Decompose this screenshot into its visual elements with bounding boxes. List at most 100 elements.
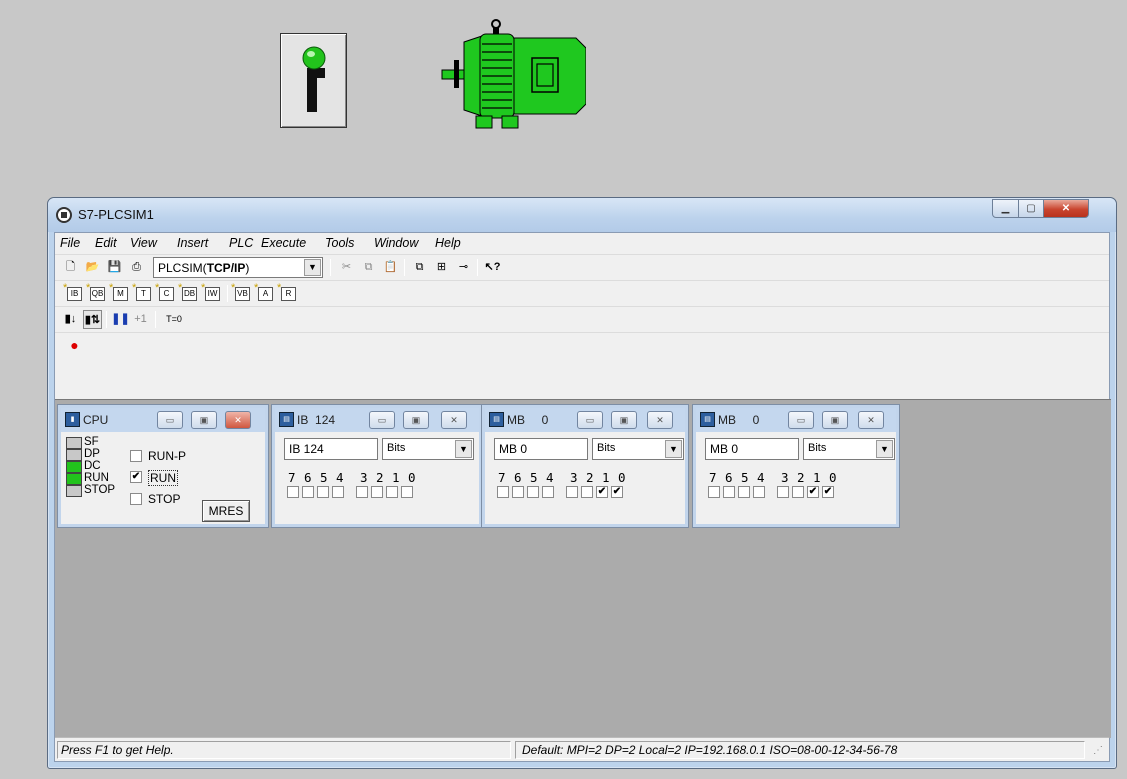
insert-counter-icon[interactable]: C	[155, 282, 176, 303]
insert-marker-icon[interactable]: M	[109, 282, 130, 303]
format-select[interactable]: Bits ▼	[592, 438, 684, 460]
memory-panel-title: MB 0	[718, 413, 759, 427]
bit-checkbox[interactable]	[753, 486, 765, 498]
bit-checkbox[interactable]	[356, 486, 368, 498]
menu-view[interactable]: View	[130, 236, 157, 250]
bit-checkbox[interactable]: ✔	[807, 486, 819, 498]
panel-close-button[interactable]: ✕	[647, 411, 673, 429]
memory-panel-titlebar[interactable]: ▤ MB 0 ▭ ▣ ✕	[696, 408, 896, 432]
panel-minimize-button[interactable]: ▭	[369, 411, 395, 429]
new-file-icon[interactable]: 🗋	[61, 258, 80, 277]
menu-window[interactable]: Window	[374, 236, 418, 250]
bit-checkbox[interactable]	[401, 486, 413, 498]
chevron-down-icon[interactable]: ▼	[304, 259, 321, 276]
run-p-checkbox[interactable]	[130, 450, 142, 462]
pin-icon[interactable]: ⊸	[454, 258, 473, 277]
bit-checkbox[interactable]	[317, 486, 329, 498]
close-button[interactable]: ✕	[1043, 199, 1089, 218]
insert-timer-icon[interactable]: T	[132, 282, 153, 303]
bit-checkbox[interactable]	[777, 486, 789, 498]
insert-db-icon[interactable]: DB	[178, 282, 199, 303]
bit-checkbox[interactable]	[371, 486, 383, 498]
panel-close-button[interactable]: ✕	[441, 411, 467, 429]
memory-panel-titlebar[interactable]: ▤ IB 124 ▭ ▣ ✕	[275, 408, 479, 432]
stop-checkbox[interactable]	[130, 493, 142, 505]
format-select[interactable]: Bits ▼	[803, 438, 895, 460]
panel-maximize-button[interactable]: ▣	[822, 411, 848, 429]
cpu-panel-titlebar[interactable]: ▮ CPU ▭ ▣ ✕	[61, 408, 265, 432]
save-icon[interactable]: 💾	[105, 258, 124, 277]
open-folder-icon[interactable]: 📂	[83, 258, 102, 277]
pause-icon[interactable]: ❚❚	[111, 310, 130, 329]
paste-icon[interactable]: 📋	[381, 258, 400, 277]
window-titlebar[interactable]: S7-PLCSIM1 ▁ ▢ ✕	[48, 198, 1116, 232]
copy-icon[interactable]: ⧉	[359, 258, 378, 277]
maximize-button[interactable]: ▢	[1018, 199, 1044, 218]
menu-help[interactable]: Help	[435, 236, 461, 250]
insert-accum-icon[interactable]: A	[254, 282, 275, 303]
run-checkbox[interactable]: ✔	[130, 471, 142, 483]
panel-maximize-button[interactable]: ▣	[191, 411, 217, 429]
insert-generic-icon[interactable]: IW	[201, 282, 222, 303]
next-scan-button[interactable]: +1	[131, 310, 150, 329]
bit-checkbox[interactable]	[792, 486, 804, 498]
panel-close-button[interactable]: ✕	[225, 411, 251, 429]
single-scan-icon[interactable]: ▮↓	[61, 310, 80, 329]
chevron-down-icon[interactable]: ▼	[455, 440, 472, 458]
insert-register-icon[interactable]: R	[277, 282, 298, 303]
resize-grip-icon[interactable]: ⋰	[1093, 745, 1107, 759]
format-select[interactable]: Bits ▼	[382, 438, 474, 460]
memory-panel-body: MB 0 Bits ▼ 7 6 5 4 3 2 1 ✔ 0 ✔	[488, 433, 684, 521]
minimize-button[interactable]: ▁	[992, 199, 1019, 218]
connection-type: TCP/IP	[206, 261, 246, 275]
panel-minimize-button[interactable]: ▭	[157, 411, 183, 429]
bit-checkbox[interactable]: ✔	[611, 486, 623, 498]
panel-maximize-button[interactable]: ▣	[403, 411, 429, 429]
bit-checkbox[interactable]	[566, 486, 578, 498]
bit-checkbox[interactable]	[497, 486, 509, 498]
mres-button[interactable]: MRES	[202, 500, 250, 522]
insert-input-icon[interactable]: IB	[63, 282, 84, 303]
menu-tools[interactable]: Tools	[325, 236, 354, 250]
address-field[interactable]: MB 0	[705, 438, 799, 460]
bit-checkbox[interactable]: ✔	[596, 486, 608, 498]
panel-close-button[interactable]: ✕	[858, 411, 884, 429]
bit-checkbox[interactable]	[723, 486, 735, 498]
chevron-down-icon[interactable]: ▼	[665, 440, 682, 458]
address-field[interactable]: IB 124	[284, 438, 378, 460]
continuous-scan-icon[interactable]: ▮⇅	[83, 310, 102, 329]
cascade-icon[interactable]: ⧉	[410, 258, 429, 277]
connection-select[interactable]: PLCSIM(TCP/IP) ▼	[153, 257, 323, 278]
bit-checkbox[interactable]	[332, 486, 344, 498]
bit-checkbox[interactable]	[302, 486, 314, 498]
print-icon[interactable]: ⎙	[127, 258, 146, 277]
address-field[interactable]: MB 0	[494, 438, 588, 460]
bit-checkbox[interactable]	[527, 486, 539, 498]
menu-edit[interactable]: Edit	[95, 236, 117, 250]
insert-output-icon[interactable]: QB	[86, 282, 107, 303]
menu-insert[interactable]: Insert	[177, 236, 208, 250]
chevron-down-icon[interactable]: ▼	[876, 440, 893, 458]
insert-vertical-bits-icon[interactable]: VB	[231, 282, 252, 303]
pushpin-icon[interactable]: ●	[65, 336, 84, 355]
bit-checkbox[interactable]	[738, 486, 750, 498]
panel-maximize-button[interactable]: ▣	[611, 411, 637, 429]
cut-icon[interactable]: ✂	[337, 258, 356, 277]
reset-timers-button[interactable]: T=0	[161, 310, 187, 329]
bit-checkbox[interactable]	[542, 486, 554, 498]
bit-checkbox[interactable]: ✔	[822, 486, 834, 498]
menu-plc[interactable]: PLC	[229, 236, 253, 250]
bit-checkbox[interactable]	[512, 486, 524, 498]
tile-icon[interactable]: ⊞	[432, 258, 451, 277]
memory-panel-titlebar[interactable]: ▤ MB 0 ▭ ▣ ✕	[485, 408, 685, 432]
bit-checkbox[interactable]	[581, 486, 593, 498]
menu-file[interactable]: File	[60, 236, 80, 250]
bit-checkbox[interactable]	[708, 486, 720, 498]
context-help-icon[interactable]: ↖?	[483, 258, 502, 277]
bit-checkbox[interactable]	[287, 486, 299, 498]
bit-checkbox[interactable]	[386, 486, 398, 498]
panel-minimize-button[interactable]: ▭	[577, 411, 603, 429]
toggle-switch-graphic[interactable]	[280, 33, 347, 128]
panel-minimize-button[interactable]: ▭	[788, 411, 814, 429]
menu-execute[interactable]: Execute	[261, 236, 306, 250]
